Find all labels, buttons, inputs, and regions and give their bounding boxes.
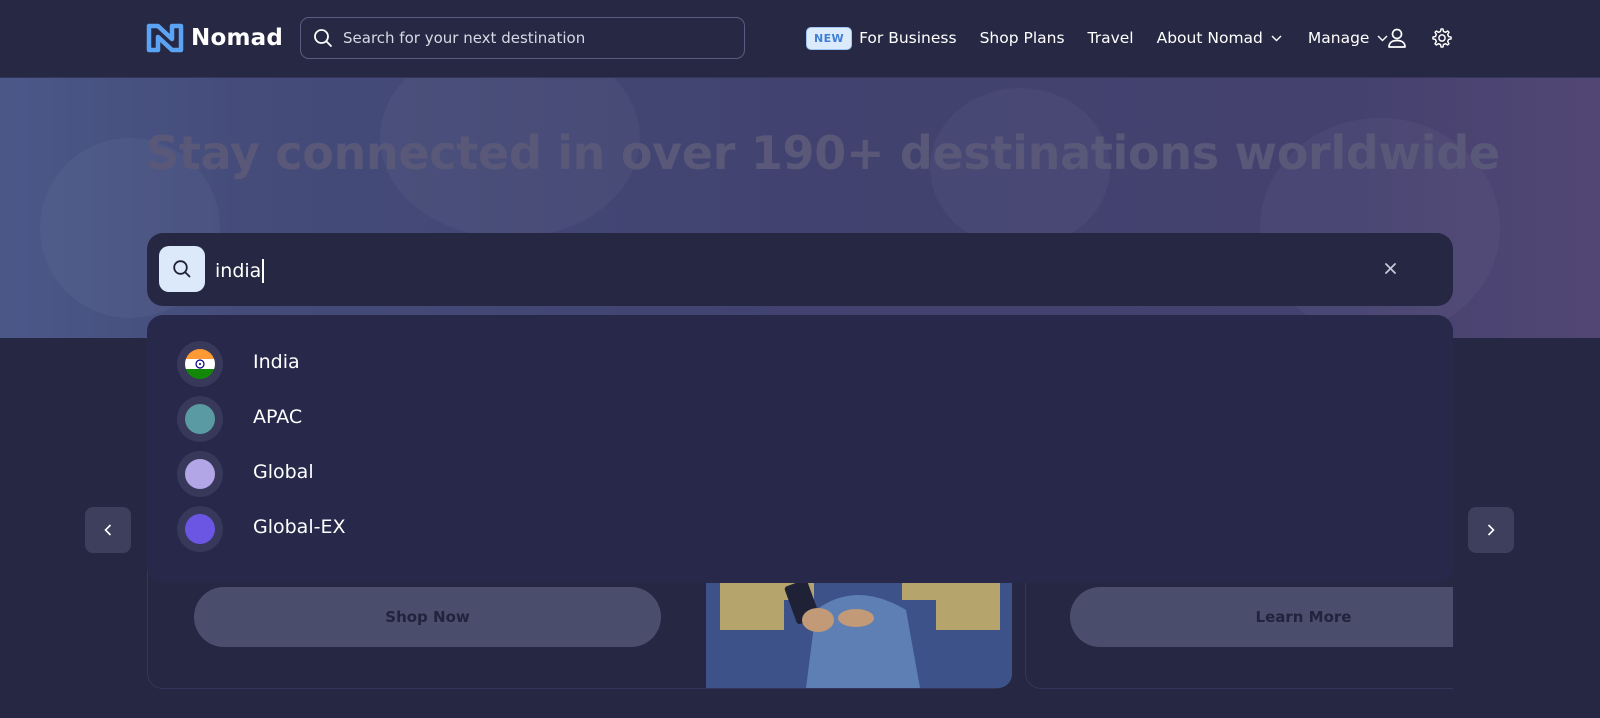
result-label: Global — [253, 461, 314, 483]
chevron-right-icon — [1487, 524, 1495, 536]
global-color-dot — [185, 459, 215, 489]
india-flag — [185, 349, 215, 379]
settings-icon — [1432, 28, 1452, 48]
top-navbar: Nomad NEW For Business Shop Plans Travel… — [0, 0, 1600, 78]
account-icon — [1388, 28, 1406, 48]
flag-graphic — [185, 349, 215, 379]
clear-search-button[interactable] — [1380, 258, 1400, 278]
global-ex-color-dot — [185, 514, 215, 544]
nomad-logo[interactable]: Nomad — [146, 22, 283, 54]
account-button[interactable] — [1384, 25, 1410, 51]
nav-link-for-business[interactable]: For Business — [859, 29, 957, 47]
india-flag-icon — [177, 341, 223, 387]
nav-link-manage-label: Manage — [1307, 29, 1370, 47]
search-icon — [173, 260, 191, 278]
nav-search-input[interactable] — [343, 29, 723, 47]
new-badge: NEW — [806, 26, 853, 50]
result-label: India — [253, 351, 300, 373]
carousel-next-button[interactable] — [1468, 507, 1514, 553]
nav-link-about-nomad[interactable]: About Nomad — [1157, 29, 1282, 47]
chevron-down-icon — [1271, 35, 1282, 41]
destination-search-input[interactable]: india — [215, 256, 264, 286]
text-caret — [262, 259, 264, 283]
search-results-dropdown: India APAC Global Global-EX — [147, 315, 1453, 583]
nav-link-shop-plans[interactable]: Shop Plans — [980, 29, 1065, 47]
shop-now-button[interactable]: Shop Now — [194, 587, 661, 647]
learn-more-button[interactable]: Learn More — [1070, 587, 1453, 647]
search-icon — [314, 29, 332, 47]
search-button[interactable] — [159, 246, 205, 292]
region-dot-icon — [177, 396, 223, 442]
settings-button[interactable] — [1429, 25, 1455, 51]
result-item-global-ex[interactable]: Global-EX — [147, 503, 1453, 553]
result-item-apac[interactable]: APAC — [147, 393, 1453, 443]
brand-name: Nomad — [191, 25, 284, 51]
hero-title: Stay connected in over 190+ destinations… — [146, 126, 1500, 180]
result-label: Global-EX — [253, 516, 346, 538]
nav-link-travel[interactable]: Travel — [1088, 29, 1134, 47]
nav-search-box[interactable] — [300, 17, 745, 59]
result-label: APAC — [253, 406, 303, 428]
nomad-logo-icon — [146, 23, 184, 53]
carousel-prev-button[interactable] — [85, 507, 131, 553]
chevron-left-icon — [104, 524, 112, 536]
nav-link-manage[interactable]: Manage — [1308, 29, 1389, 47]
close-icon — [1384, 262, 1396, 274]
result-item-global[interactable]: Global — [147, 448, 1453, 498]
nav-link-about-nomad-label: About Nomad — [1156, 29, 1263, 47]
result-item-india[interactable]: India — [147, 338, 1453, 388]
nav-links: NEW For Business Shop Plans Travel About… — [806, 22, 1388, 54]
destination-search-bar[interactable]: india — [147, 233, 1453, 306]
region-dot-icon — [177, 451, 223, 497]
apac-color-dot — [185, 404, 215, 434]
region-dot-icon — [177, 506, 223, 552]
destination-search-value: india — [215, 260, 262, 282]
